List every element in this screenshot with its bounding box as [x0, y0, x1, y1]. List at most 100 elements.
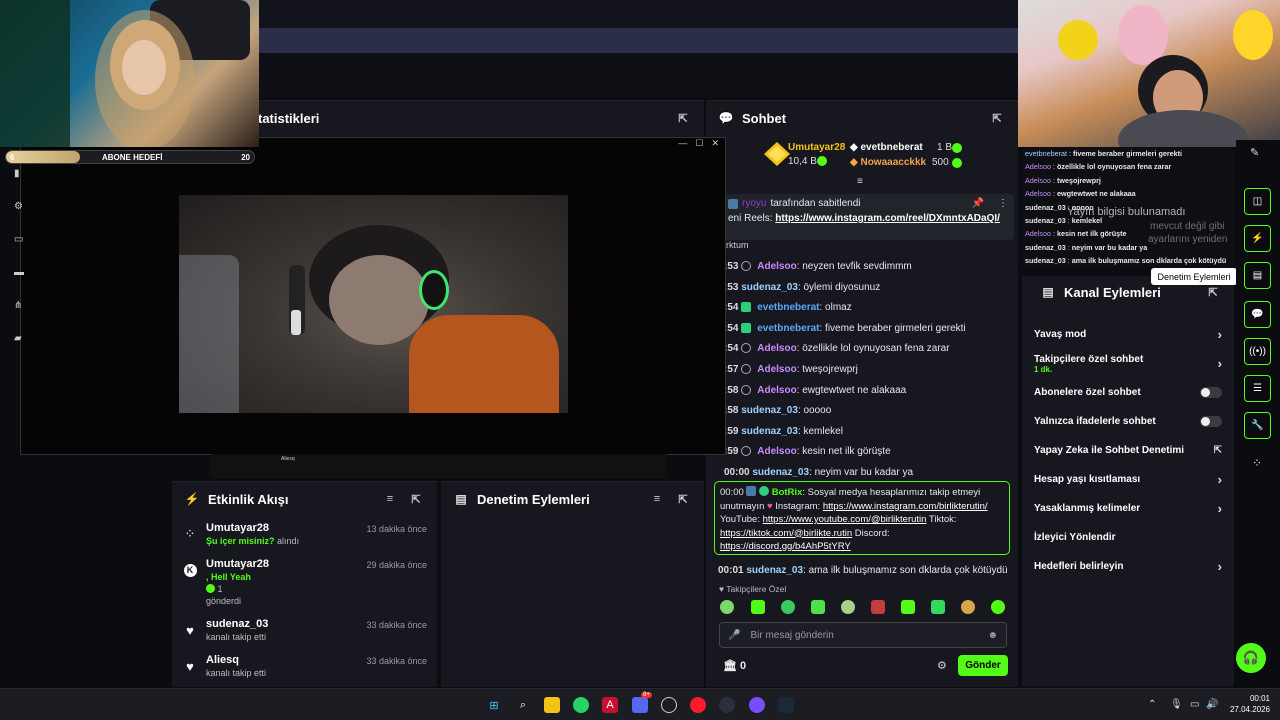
points-counter[interactable]: 🏛 0	[723, 659, 746, 672]
chat-input[interactable]: 🎤 Bir mesaj gönderin ☻	[719, 622, 1007, 648]
toggle-switch[interactable]	[1200, 416, 1222, 427]
popout-icon[interactable]: ⇱	[1204, 283, 1222, 301]
windows-start-icon[interactable]: ⊞	[486, 697, 502, 713]
rail-chat-icon[interactable]: 💬	[1244, 301, 1271, 328]
channel-action-item[interactable]: Yasaklanmış kelimeler ›	[1022, 494, 1234, 523]
steam-icon[interactable]	[778, 697, 794, 713]
activity-item[interactable]: ⁘ Umutayar28 Şu içer misiniz? alındı 13 dak…	[172, 516, 437, 552]
activity-user[interactable]: sudenaz_03	[206, 618, 358, 630]
bot-yt-link[interactable]: https://www.youtube.com/@birlikterutin	[763, 514, 927, 525]
popout-icon[interactable]: ⇱	[407, 490, 425, 508]
nav-icon[interactable]: ▮	[14, 168, 26, 179]
video-popup-window[interactable]: — ☐ ✕ Aliesq	[20, 137, 726, 478]
activity-item[interactable]: ♥ sudenaz_03 kanalı takip etti 33 dakika ön…	[172, 612, 437, 648]
msg-user[interactable]: sudenaz_03	[741, 426, 798, 437]
bot-username[interactable]: BotRix	[772, 487, 803, 498]
emote-icon[interactable]	[781, 600, 795, 614]
leader-2-name[interactable]: ◆ evetbneberat	[850, 142, 923, 153]
app-circle-icon[interactable]	[661, 697, 677, 713]
maximize-button[interactable]: ☐	[695, 138, 703, 152]
search-icon[interactable]: ⌕	[515, 697, 531, 713]
msg-user[interactable]: Adelsoo	[757, 364, 796, 375]
channel-action-item[interactable]: İzleyici Yönlendir	[1022, 523, 1234, 552]
emote-icon[interactable]	[931, 600, 945, 614]
channel-action-item[interactable]: Abonelere özel sohbet	[1022, 378, 1234, 407]
minimize-button[interactable]: —	[678, 138, 687, 152]
activity-user[interactable]: Umutayar28	[206, 558, 358, 570]
emote-icon[interactable]	[961, 600, 975, 614]
rail-list-icon[interactable]: ☰	[1244, 375, 1271, 402]
nav-icon[interactable]: ▰	[14, 333, 26, 344]
opera-icon[interactable]	[690, 697, 706, 713]
msg-user[interactable]: sudenaz_03	[741, 282, 798, 293]
settings-gear-icon[interactable]: ⚙	[937, 659, 947, 672]
rail-lightning-icon[interactable]: ⚡	[1244, 225, 1271, 252]
activity-item[interactable]: K Umutayar28 , Hell Yeah 1 gönderdi 29 dakik…	[172, 552, 437, 612]
pinned-link[interactable]: https://www.instagram.com/reel/DXmntxADa…	[775, 213, 1000, 224]
leader-3-name[interactable]: ◆ Nowaaacckkk	[850, 157, 926, 168]
emote-icon[interactable]	[720, 600, 734, 614]
unpin-icon[interactable]: 📌	[972, 198, 984, 209]
msg-user[interactable]: Adelsoo	[757, 261, 796, 272]
popout-icon[interactable]: ⇱	[674, 109, 692, 127]
msg-user[interactable]: Adelsoo	[757, 385, 796, 396]
channel-action-item[interactable]: Yalnızca ifadelerle sohbet	[1022, 407, 1234, 436]
emote-icon[interactable]	[751, 600, 765, 614]
emote-icon[interactable]	[991, 600, 1005, 614]
channel-action-item[interactable]: Yavaş mod ›	[1022, 320, 1234, 349]
msg-user[interactable]: sudenaz_03	[741, 405, 798, 416]
filter-icon[interactable]: ≡	[648, 490, 666, 508]
emote-icon[interactable]	[841, 600, 855, 614]
rail-broadcast-icon[interactable]: ((•))	[1244, 338, 1271, 365]
collapse-icon[interactable]: ≡	[857, 176, 863, 187]
headset-support-icon[interactable]: 🎧	[1236, 643, 1266, 673]
clock[interactable]: 00:01 27.04.2026	[1230, 693, 1270, 715]
rail-moderation-icon[interactable]: ▤	[1244, 262, 1271, 289]
edit-icon[interactable]: ✎	[1250, 146, 1259, 159]
nav-icon[interactable]: ⋔	[14, 300, 26, 311]
msg-user[interactable]: sudenaz_03	[746, 565, 803, 576]
leader-1-name[interactable]: Umutayar28	[788, 142, 845, 153]
more-icon[interactable]: ⋮	[998, 198, 1008, 209]
activity-user[interactable]: Aliesq	[206, 654, 358, 666]
channel-action-item[interactable]: Takipçilere özel sohbet 1 dk. ›	[1022, 349, 1234, 378]
msg-user[interactable]: Adelsoo	[757, 446, 796, 457]
pinned-by-user[interactable]: ryoyu	[742, 198, 766, 209]
network-icon[interactable]: ▭	[1190, 699, 1199, 710]
popout-icon[interactable]: ⇱	[988, 109, 1006, 127]
discord-icon[interactable]	[632, 697, 648, 713]
bot-dc-link[interactable]: https://discord.gg/b4AhP5tYRY	[720, 541, 851, 552]
microphone-tray-icon[interactable]: 🎙	[1170, 699, 1183, 710]
rail-expand-icon[interactable]: ◫	[1244, 188, 1271, 215]
activity-user[interactable]: Umutayar28	[206, 522, 358, 534]
channel-action-item[interactable]: Hedefleri belirleyin ›	[1022, 552, 1234, 581]
app-a-icon[interactable]: A	[602, 697, 618, 713]
file-explorer-icon[interactable]	[544, 697, 560, 713]
rail-more-icon[interactable]: ⁘	[1252, 456, 1262, 470]
rail-wrench-icon[interactable]: 🔧	[1244, 412, 1271, 439]
app-purple-icon[interactable]	[749, 697, 765, 713]
activity-item[interactable]: ♥ Aliesq kanalı takip etti 33 dakika önce	[172, 648, 437, 684]
emote-icon[interactable]	[811, 600, 825, 614]
microphone-icon[interactable]: 🎤	[728, 630, 740, 641]
msg-user[interactable]: sudenaz_03	[752, 467, 809, 478]
nav-icon[interactable]: ⚙	[14, 201, 26, 212]
obs-icon[interactable]	[719, 697, 735, 713]
emote-icon[interactable]	[901, 600, 915, 614]
bot-tt-link[interactable]: https://tiktok.com/@birlikte.rutin	[720, 528, 852, 539]
pinned-message[interactable]: ryoyu tarafından sabitlendi 📌 ⋮ eni Reel…	[722, 194, 1014, 240]
msg-user[interactable]: evetbneberat	[757, 323, 819, 334]
msg-user[interactable]: evetbneberat	[757, 302, 819, 313]
close-button[interactable]: ✕	[711, 138, 719, 152]
toggle-switch[interactable]	[1200, 387, 1222, 398]
whatsapp-icon[interactable]	[573, 697, 589, 713]
emoji-icon[interactable]: ☻	[987, 630, 998, 641]
nav-icon[interactable]: ▬	[14, 267, 26, 278]
channel-action-item[interactable]: Yapay Zeka ile Sohbet Denetimi ⇱	[1022, 436, 1234, 465]
tray-chevron-icon[interactable]: ⌃	[1148, 699, 1156, 710]
nav-icon[interactable]: ▭	[14, 234, 26, 245]
volume-icon[interactable]: 🔊	[1206, 699, 1218, 710]
msg-user[interactable]: Adelsoo	[757, 343, 796, 354]
emote-icon[interactable]	[871, 600, 885, 614]
popout-icon[interactable]: ⇱	[674, 490, 692, 508]
